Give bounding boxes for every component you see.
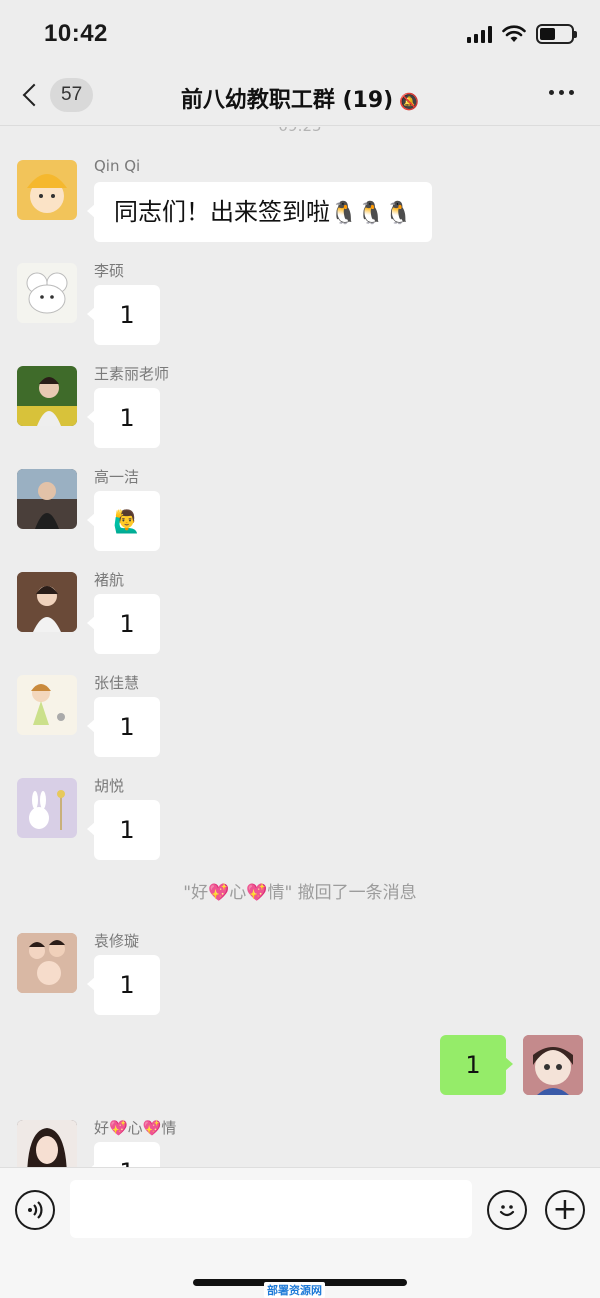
penguin-emoji: 🐧🐧🐧 [330,201,413,226]
sender-name: 王素丽老师 [94,365,170,383]
recall-notice: "好💖心💖情" 撤回了一条消息 [183,883,417,903]
avatar[interactable] [17,469,77,529]
sender-name: 胡悦 [94,777,125,795]
sender-name: 高一洁 [94,468,140,486]
message-bubble[interactable]: 1 [87,800,160,860]
group-name: 前八幼教职工群 (19) [180,88,394,113]
watermark: 部署资源网 [264,1282,325,1298]
raising-hand-emoji: 🙋‍♂️ [113,510,141,535]
avatar[interactable] [17,778,77,838]
avatar[interactable] [17,933,77,993]
my-message-bubble[interactable]: 1 [440,1035,513,1095]
sender-name: 褚航 [94,571,125,589]
mute-bell-icon: 🔕 [399,92,420,111]
signal-icon [467,25,492,43]
message-bubble[interactable]: 1 [87,285,160,345]
avatar[interactable] [17,366,77,426]
voice-icon [28,1201,43,1219]
message-text: 同志们！出来签到啦 [114,198,330,226]
wifi-icon [502,25,526,42]
plus-button[interactable]: + [545,1190,585,1230]
status-time: 10:42 [44,20,108,47]
sender-name: 袁修璇 [94,932,140,950]
message-bubble[interactable]: 🙋‍♂️ [87,491,160,551]
timestamp: 09:25 [0,127,600,135]
status-bar: 10:42 [0,0,600,68]
sender-name: 张佳慧 [94,674,140,692]
avatar[interactable] [17,160,77,220]
message-bubble[interactable]: 1 [87,1142,160,1167]
input-bar: + 部署资源网 [0,1167,600,1298]
chat-header: 57 前八幼教职工群 (19) 🔕 [0,68,600,126]
avatar[interactable] [17,572,77,632]
emoji-button[interactable] [487,1190,527,1230]
message-bubble[interactable]: 1 [87,388,160,448]
avatar[interactable] [17,1120,77,1167]
chat-title: 前八幼教职工群 (19) 🔕 [0,82,600,114]
my-avatar[interactable] [523,1035,583,1095]
plus-icon: + [552,1192,578,1227]
message-input[interactable] [70,1180,472,1238]
avatar[interactable] [17,675,77,735]
more-options-button[interactable] [549,90,574,95]
smiley-icon [499,1205,515,1217]
message-bubble[interactable]: 1 [87,955,160,1015]
message-bubble[interactable]: 同志们！出来签到啦🐧🐧🐧 [86,182,433,242]
sender-name: 李硕 [94,262,125,280]
battery-icon [536,24,577,44]
sender-name: Qin Qi [94,157,141,175]
voice-input-button[interactable] [15,1190,55,1230]
sender-name: 好💖心💖情 [94,1119,177,1137]
status-icons [467,24,577,44]
message-list[interactable]: 09:25 Qin Qi 同志们！出来签到啦🐧🐧🐧 李硕 1 王素丽老师 1 高… [0,127,600,1167]
message-bubble[interactable]: 1 [87,697,160,757]
avatar[interactable] [17,263,77,323]
message-bubble[interactable]: 1 [87,594,160,654]
